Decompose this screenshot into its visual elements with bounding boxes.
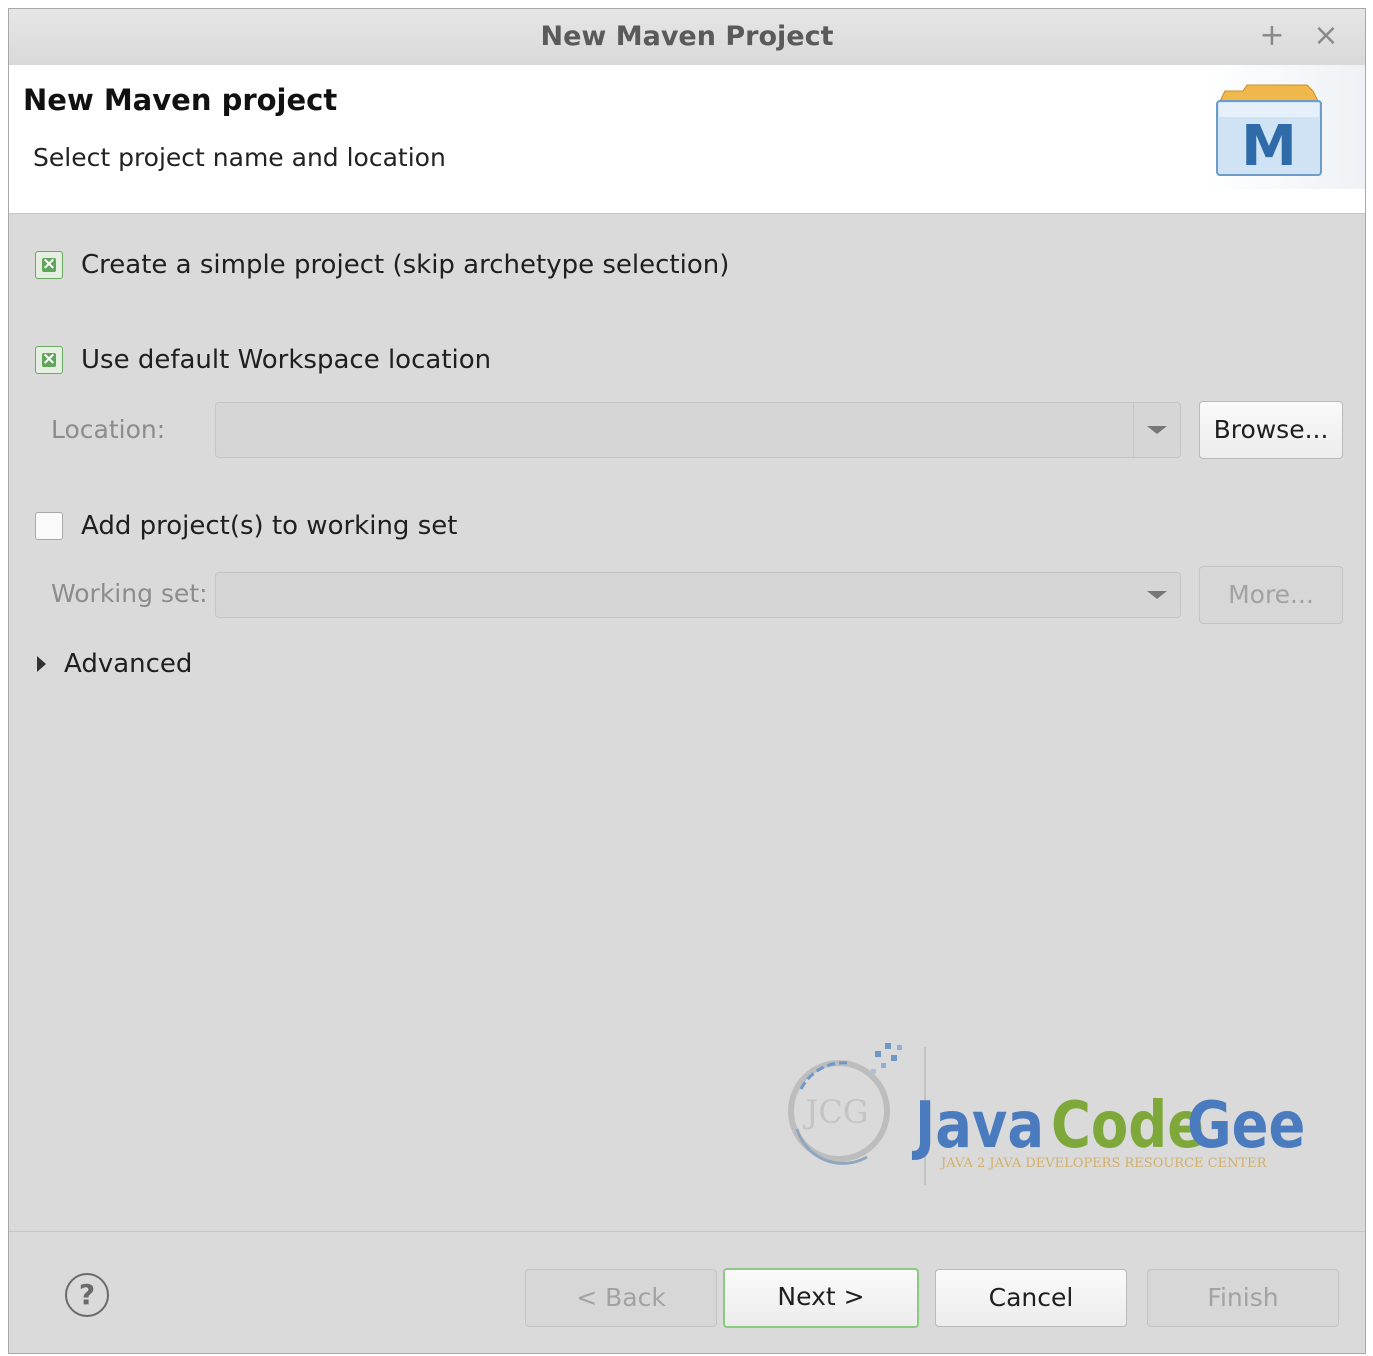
advanced-expander[interactable]: Advanced <box>37 649 192 679</box>
simple-project-option[interactable]: Create a simple project (skip archetype … <box>35 245 729 285</box>
simple-project-checkbox[interactable] <box>35 251 63 279</box>
location-label: Location: <box>51 415 166 444</box>
working-set-toggle-label: Add project(s) to working set <box>81 511 458 541</box>
location-combo[interactable] <box>215 402 1181 458</box>
default-location-label: Use default Workspace location <box>81 345 492 375</box>
chevron-right-icon <box>37 656 46 672</box>
footer-separator <box>9 1231 1365 1232</box>
back-button[interactable]: < Back <box>525 1269 717 1327</box>
chevron-down-icon <box>1147 591 1167 599</box>
maximize-icon[interactable]: + <box>1255 17 1289 55</box>
close-icon[interactable]: × <box>1309 17 1343 55</box>
more-button[interactable]: More... <box>1199 566 1343 624</box>
new-maven-project-dialog: New Maven Project + × New Maven project … <box>8 8 1366 1354</box>
svg-text:JAVA 2 JAVA DEVELOPERS RESOURC: JAVA 2 JAVA DEVELOPERS RESOURCE CENTER <box>939 1156 1268 1171</box>
window-title: New Maven Project <box>540 21 834 52</box>
help-icon[interactable]: ? <box>65 1273 109 1317</box>
default-location-option[interactable]: Use default Workspace location <box>35 340 491 380</box>
location-dropdown-button[interactable] <box>1133 403 1180 457</box>
wizard-subheading: Select project name and location <box>33 143 446 172</box>
browse-button[interactable]: Browse... <box>1199 401 1343 459</box>
working-set-label: Working set: <box>51 579 208 608</box>
working-set-option[interactable]: Add project(s) to working set <box>35 506 457 546</box>
svg-text:Geeks: Geeks <box>1187 1089 1309 1163</box>
svg-text:M: M <box>1241 114 1297 179</box>
svg-text:Java: Java <box>911 1089 1044 1163</box>
title-bar[interactable]: New Maven Project + × <box>9 9 1365 66</box>
working-set-checkbox[interactable] <box>35 512 63 540</box>
svg-text:JCG: JCG <box>803 1093 869 1131</box>
svg-text:Code: Code <box>1051 1089 1204 1163</box>
working-set-combo[interactable] <box>215 572 1181 618</box>
cancel-button[interactable]: Cancel <box>935 1269 1127 1327</box>
working-set-dropdown-button[interactable] <box>1134 573 1180 617</box>
default-location-checkbox[interactable] <box>35 346 63 374</box>
finish-button[interactable]: Finish <box>1147 1269 1339 1327</box>
simple-project-label: Create a simple project (skip archetype … <box>81 250 730 280</box>
maven-logo-icon: M <box>1203 65 1365 189</box>
wizard-banner: New Maven project Select project name an… <box>9 65 1365 214</box>
wizard-heading: New Maven project <box>23 83 338 117</box>
advanced-label: Advanced <box>64 649 193 679</box>
java-code-geeks-watermark: JCG Java Code Geeks JAVA 2 JAVA DEVELOPE… <box>779 1029 1365 1199</box>
next-button[interactable]: Next > <box>723 1268 919 1328</box>
chevron-down-icon <box>1147 426 1167 434</box>
